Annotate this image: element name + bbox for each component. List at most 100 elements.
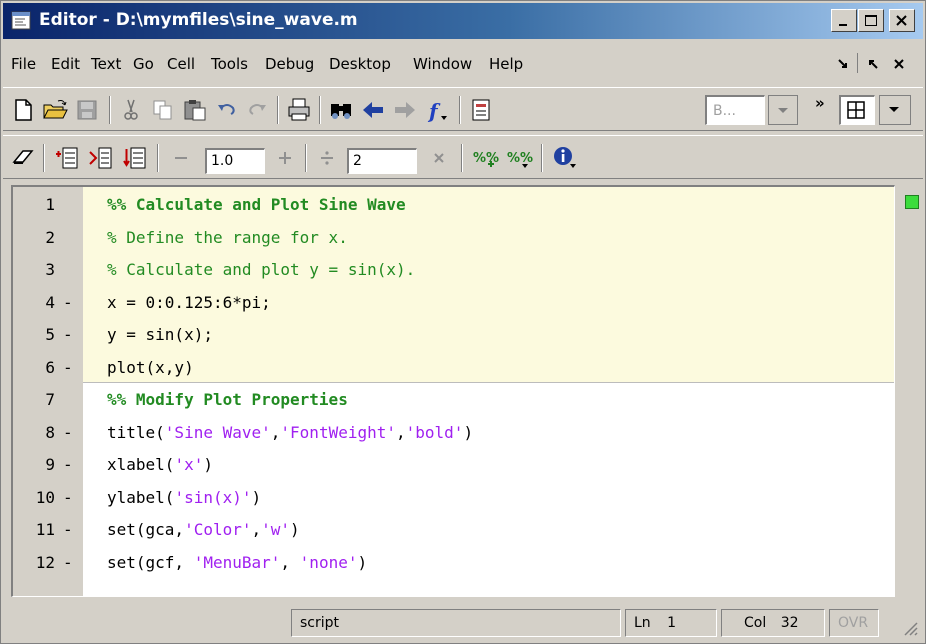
- menu-window[interactable]: Window: [413, 55, 472, 73]
- code-line[interactable]: 9- xlabel('x'): [13, 449, 894, 480]
- toolbar-separator: [305, 144, 307, 172]
- multiply-icon[interactable]: [425, 144, 453, 172]
- print-icon[interactable]: [285, 96, 313, 124]
- column-label: Col: [744, 615, 767, 631]
- toolbar-separator: [277, 96, 279, 124]
- code-line[interactable]: 1 %% Calculate and Plot Sine Wave: [13, 189, 894, 220]
- code-line[interactable]: 6- plot(x,y): [13, 352, 894, 383]
- function-icon[interactable]: f: [423, 96, 451, 124]
- save-icon[interactable]: [73, 96, 101, 124]
- stack-combo[interactable]: B...: [705, 95, 798, 125]
- breakpoint-marker[interactable]: -: [63, 514, 73, 545]
- code-text: % Define the range for x.: [107, 227, 348, 247]
- chevron-down-icon[interactable]: [768, 95, 798, 125]
- insert-cell-icon[interactable]: [87, 144, 115, 172]
- code-line[interactable]: 10- ylabel('sin(x)'): [13, 482, 894, 513]
- maximize-button[interactable]: [858, 9, 884, 32]
- open-folder-icon[interactable]: [41, 96, 69, 124]
- redo-icon[interactable]: [243, 96, 271, 124]
- menu-edit[interactable]: Edit: [51, 55, 80, 73]
- code-line[interactable]: 4- x = 0:0.125:6*pi;: [13, 287, 894, 318]
- main-toolbar: f B... »: [3, 87, 923, 131]
- close-button[interactable]: [889, 9, 915, 32]
- code-token: ): [203, 455, 213, 474]
- find-icon[interactable]: [327, 96, 355, 124]
- line-number: 3: [45, 260, 55, 279]
- toolbar-separator: [109, 96, 111, 124]
- undo-icon[interactable]: [213, 96, 241, 124]
- breakpoint-marker[interactable]: -: [63, 449, 73, 480]
- code-text: set(gcf, 'MenuBar', 'none'): [107, 547, 367, 578]
- code-line[interactable]: 7 %% Modify Plot Properties: [13, 384, 894, 415]
- code-text: set(gca,'Color','w'): [107, 514, 300, 545]
- breakpoint-marker[interactable]: -: [63, 547, 73, 578]
- code-token: ,: [280, 552, 300, 572]
- toolbar-overflow[interactable]: »: [815, 94, 825, 112]
- line-number: 8: [45, 422, 55, 442]
- menu-cell[interactable]: Cell: [167, 55, 195, 73]
- breakpoint-marker[interactable]: -: [63, 319, 73, 350]
- comment-icon[interactable]: %%: [471, 144, 499, 172]
- increment-icon[interactable]: [271, 144, 299, 172]
- menu-debug[interactable]: Debug: [265, 55, 314, 73]
- cut-icon[interactable]: [117, 96, 145, 124]
- layout-dropdown[interactable]: [879, 95, 911, 125]
- menu-desktop[interactable]: Desktop: [329, 55, 391, 73]
- minimize-button[interactable]: [831, 9, 857, 32]
- code-line[interactable]: 2 % Define the range for x.: [13, 222, 894, 253]
- breakpoint-marker[interactable]: -: [63, 287, 73, 318]
- copy-icon[interactable]: [149, 96, 177, 124]
- cell-toolbar: 1.0 2 %% %%: [3, 135, 923, 179]
- code-editor[interactable]: 1 %% Calculate and Plot Sine Wave 2 % Defin…: [11, 185, 895, 597]
- decrement-icon[interactable]: [167, 144, 195, 172]
- menu-help[interactable]: Help: [489, 55, 523, 73]
- dock-icon[interactable]: [837, 56, 849, 74]
- paste-icon[interactable]: [181, 96, 209, 124]
- uncomment-icon[interactable]: %%: [505, 144, 533, 172]
- forward-icon[interactable]: [391, 96, 419, 124]
- line-number: 6: [45, 357, 55, 377]
- insert-cell-above-icon[interactable]: [53, 144, 81, 172]
- menu-file[interactable]: File: [11, 55, 36, 73]
- code-text: x = 0:0.125:6*pi;: [107, 292, 271, 312]
- toolbar-separator: [459, 96, 461, 124]
- divide-value-field[interactable]: 2: [347, 148, 417, 174]
- divide-icon[interactable]: [313, 144, 341, 172]
- toolbar-separator: [43, 144, 45, 172]
- layout-icon[interactable]: [839, 95, 875, 125]
- eraser-icon[interactable]: [9, 144, 37, 172]
- resize-grip-icon[interactable]: [901, 619, 919, 641]
- menu-go[interactable]: Go: [133, 55, 154, 73]
- insert-cell-below-icon[interactable]: [121, 144, 149, 172]
- title-bar[interactable]: Editor - D:\mymfiles\sine_wave.m: [3, 3, 923, 39]
- breakpoint-marker[interactable]: -: [63, 482, 73, 513]
- code-line[interactable]: 3 % Calculate and plot y = sin(x).: [13, 254, 894, 285]
- code-line[interactable]: 5- y = sin(x);: [13, 319, 894, 350]
- maximize-icon: [865, 15, 877, 26]
- code-text: ylabel('sin(x)'): [107, 482, 261, 513]
- close-icon[interactable]: [893, 56, 905, 74]
- line-number: 10: [35, 487, 55, 507]
- string-literal: 'Sine Wave': [164, 422, 271, 442]
- message-indicator[interactable]: [905, 195, 919, 209]
- back-icon[interactable]: [359, 96, 387, 124]
- new-file-icon[interactable]: [9, 96, 37, 124]
- breakpoint-marker[interactable]: -: [63, 352, 73, 383]
- undock-icon[interactable]: [867, 56, 879, 74]
- stack-icon[interactable]: [467, 96, 495, 124]
- string-literal: 'none': [299, 552, 358, 572]
- code-line[interactable]: 8- title('Sine Wave','FontWeight','bold'): [13, 417, 894, 448]
- code-line[interactable]: 11- set(gca,'Color','w'): [13, 514, 894, 545]
- code-line[interactable]: 12- set(gcf, 'MenuBar', 'none'): [13, 547, 894, 578]
- breakpoint-marker[interactable]: -: [63, 417, 73, 448]
- menu-text[interactable]: Text: [91, 55, 121, 73]
- toolbar-separator: [319, 96, 321, 124]
- menu-tools[interactable]: Tools: [211, 55, 248, 73]
- info-icon[interactable]: [551, 144, 579, 172]
- code-token: ): [357, 552, 368, 572]
- stack-combo-value: B...: [713, 103, 736, 119]
- code-token: ): [251, 487, 262, 507]
- code-token: title(: [107, 422, 165, 442]
- code-text: title('Sine Wave','FontWeight','bold'): [107, 417, 473, 448]
- increment-value-field[interactable]: 1.0: [205, 148, 265, 174]
